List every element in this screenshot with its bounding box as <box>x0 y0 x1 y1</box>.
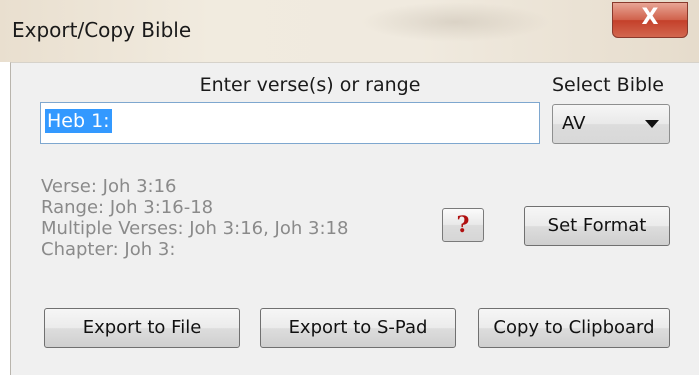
verse-input[interactable]: Heb 1: <box>40 102 540 144</box>
window-title: Export/Copy Bible <box>12 18 192 42</box>
example-chapter: Chapter: Joh 3: <box>41 239 176 260</box>
export-copy-bible-dialog: Export/Copy Bible X Enter verse(s) or ra… <box>0 0 699 375</box>
export-to-spad-button[interactable]: Export to S-Pad <box>260 308 456 348</box>
chevron-down-icon <box>645 120 659 128</box>
close-icon: X <box>641 5 659 30</box>
title-bar[interactable]: Export/Copy Bible X <box>0 0 699 62</box>
export-to-file-button[interactable]: Export to File <box>44 308 240 348</box>
select-bible-label: Select Bible <box>552 74 664 96</box>
help-icon: ? <box>456 212 470 238</box>
example-multiple-verses: Multiple Verses: Joh 3:16, Joh 3:18 <box>41 218 349 239</box>
bible-select-value: AV <box>562 113 586 134</box>
close-button[interactable]: X <box>612 2 688 38</box>
format-examples: Verse: Joh 3:16 Range: Joh 3:16-18 Multi… <box>41 176 348 260</box>
verse-input-selected-text: Heb 1: <box>45 109 112 133</box>
example-range: Range: Joh 3:16-18 <box>41 197 214 218</box>
titlebar-glass <box>360 2 550 42</box>
set-format-button[interactable]: Set Format <box>524 206 670 246</box>
help-button[interactable]: ? <box>442 208 484 242</box>
bible-select-dropdown[interactable]: AV <box>552 104 670 144</box>
verse-prompt-label: Enter verse(s) or range <box>199 74 421 96</box>
copy-to-clipboard-button[interactable]: Copy to Clipboard <box>478 308 670 348</box>
example-verse: Verse: Joh 3:16 <box>41 176 177 197</box>
